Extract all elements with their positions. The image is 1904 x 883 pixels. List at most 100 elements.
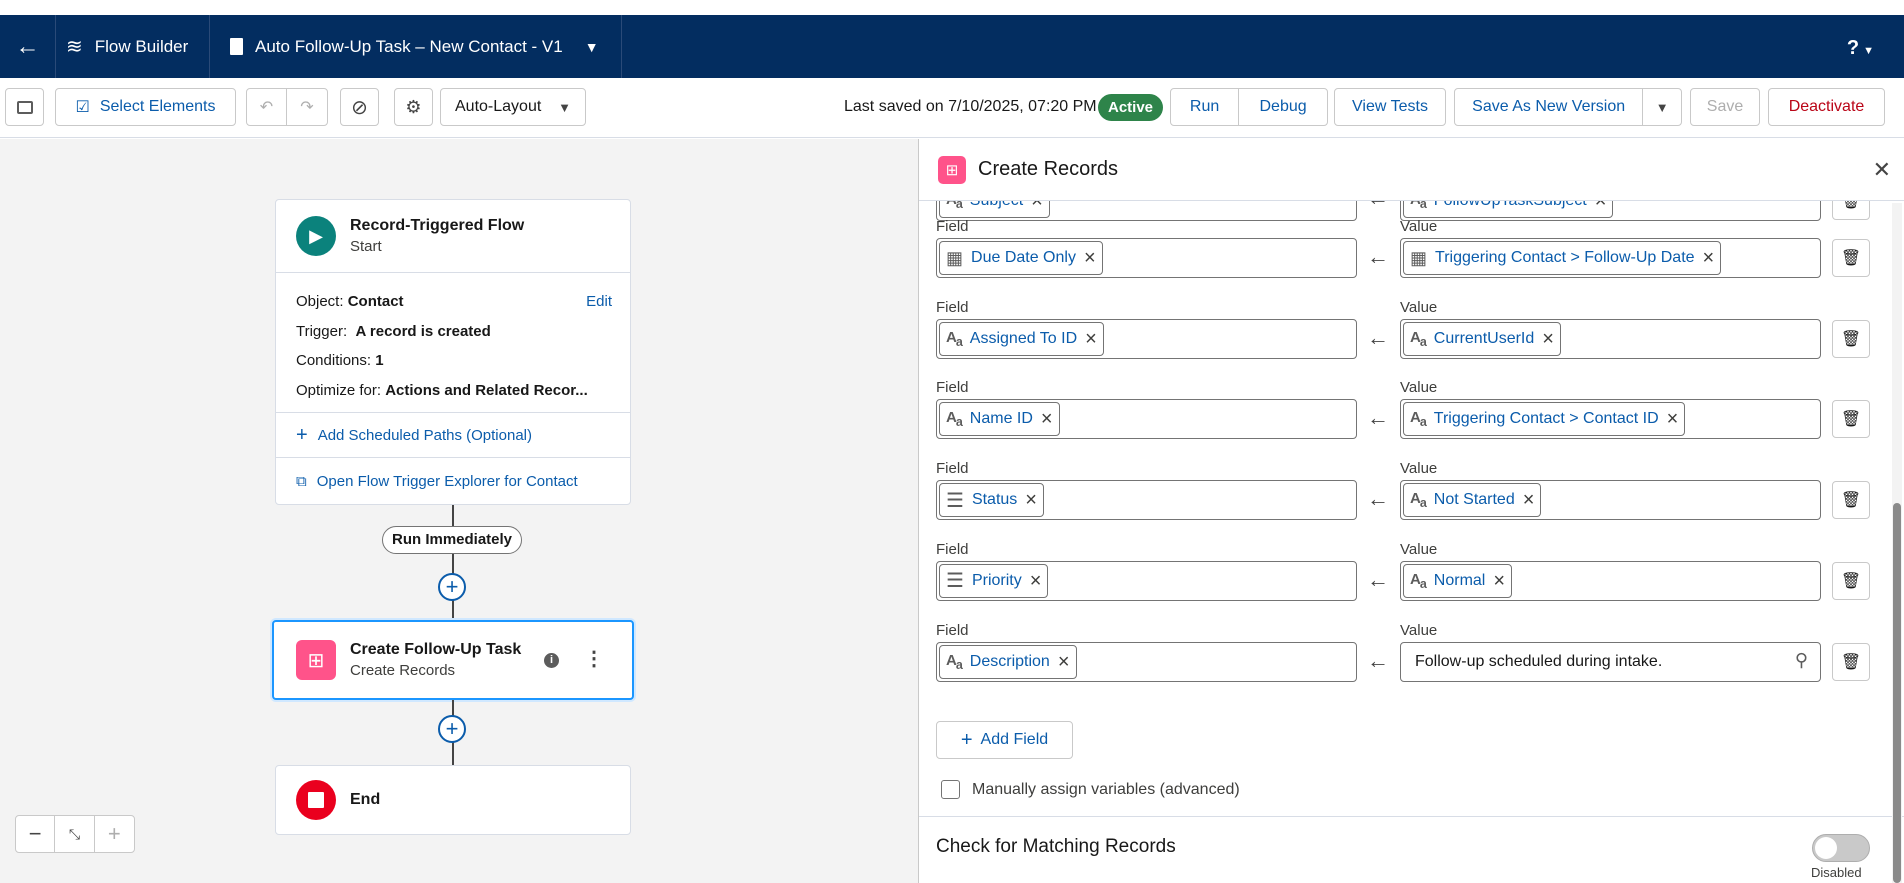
select-elements-button[interactable]: ☑ Select Elements [55,88,236,126]
remove-icon[interactable]: × [1667,409,1679,429]
manual-assign-checkbox[interactable] [941,780,960,799]
value-input[interactable]: ▦ Triggering Contact > Follow-Up Date × [1400,238,1821,278]
remove-icon[interactable]: × [1523,490,1535,510]
zoom-out-icon[interactable]: − [16,816,56,852]
delete-icon[interactable]: 🗑 [1832,561,1870,600]
remove-icon[interactable]: × [1041,409,1053,429]
value-label: Value [1400,460,1438,478]
close-icon[interactable]: ✕ [1873,157,1891,183]
undo-redo-group: ↶ ↷ [246,88,328,126]
matching-toggle[interactable] [1812,834,1870,862]
start-node-subtitle: Start [350,238,382,255]
remove-icon[interactable]: × [1703,248,1715,268]
open-trigger-explorer-link[interactable]: ⧉ Open Flow Trigger Explorer for Contact [276,458,630,504]
run-button[interactable]: Run [1171,89,1240,125]
flow-title-menu[interactable]: Auto Follow-Up Task – New Contact - V1 ▼ [210,15,622,78]
add-element-plus-icon[interactable]: + [438,573,466,601]
deactivate-button[interactable]: Deactivate [1768,88,1885,126]
delete-icon[interactable]: 🗑 [1832,239,1870,277]
delete-icon[interactable]: 🗑 [1832,642,1870,681]
prohibit-icon[interactable]: ⊘ [340,88,379,126]
left-arrow-icon: ← [1367,566,1389,592]
remove-icon[interactable]: × [1084,248,1096,268]
toggle-panel-button[interactable] [5,88,44,126]
delete-icon[interactable]: 🗑 [1832,319,1870,358]
create-task-node[interactable]: ⊞ Create Follow-Up Task Create Records i… [272,620,634,700]
flow-canvas[interactable]: ▶ Record-Triggered Flow Start Object: Co… [0,139,918,883]
delete-icon[interactable]: 🗑 [1832,481,1870,520]
end-node[interactable]: End [275,765,631,835]
remove-icon[interactable]: × [1493,571,1505,591]
zoom-controls: − ⤡ + [15,815,135,853]
add-field-button[interactable]: + Add Field [936,721,1073,759]
end-node-title: End [350,791,381,808]
matching-records-title: Check for Matching Records [936,836,1176,857]
manual-assign-label: Manually assign variables (advanced) [972,781,1240,798]
field-input[interactable]: Aa Assigned To ID × [936,318,1357,359]
picklist-icon: ☰ [946,489,964,512]
value-input[interactable]: Aa Triggering Contact > Contact ID × [1400,399,1821,440]
remove-icon[interactable]: × [1542,329,1554,349]
search-icon[interactable]: ⚲ [1795,650,1808,671]
remove-icon[interactable]: × [1030,571,1042,591]
field-input[interactable]: ☰ Status × [936,480,1357,521]
value-input[interactable]: Aa CurrentUserId × [1400,318,1821,359]
layout-select[interactable]: Auto-Layout ▼ [440,88,586,126]
chevron-down-icon[interactable]: ▼ [1643,89,1681,125]
remove-icon[interactable]: × [1085,329,1097,349]
delete-icon[interactable]: 🗑 [1832,400,1870,439]
flow-icon: ≋ [66,36,83,58]
fit-view-icon[interactable]: ⤡ [55,816,95,852]
value-input[interactable]: Aa Normal × [1400,560,1821,601]
edit-link[interactable]: Edit [586,287,612,317]
save-button[interactable]: Save [1690,88,1760,126]
info-icon[interactable]: i [544,653,559,668]
view-tests-button[interactable]: View Tests [1334,88,1446,126]
value-label: Value [1400,379,1438,397]
value-input[interactable]: Follow-up scheduled during intake. ⚲ [1400,641,1821,682]
zoom-in-icon[interactable]: + [95,816,134,852]
create-records-icon: ⊞ [296,640,336,680]
path-label-badge: Run Immediately [382,526,523,554]
save-as-new-version-button[interactable]: Save As New Version [1455,89,1644,125]
field-input[interactable]: Aa Description × [936,641,1357,682]
undo-icon[interactable]: ↶ [247,89,288,125]
add-scheduled-paths-link[interactable]: + Add Scheduled Paths (Optional) [276,413,630,458]
calendar-icon: ▦ [946,247,964,268]
optimize-row: Optimize for: Actions and Related Recor.… [296,381,588,399]
text-icon: Aa [1410,328,1427,349]
status-badge: Active [1098,94,1164,121]
remove-icon[interactable]: × [1058,652,1070,672]
text-icon: Aa [1410,490,1427,511]
flow-title: Auto Follow-Up Task – New Contact - V1 [255,36,563,56]
external-link-icon: ⧉ [296,472,307,490]
chevron-down-icon[interactable]: ▼ [585,39,599,55]
field-input[interactable]: Aa Name ID × [936,399,1357,440]
gear-icon[interactable]: ⚙ [394,88,433,126]
remove-icon[interactable]: × [1025,490,1037,510]
start-node[interactable]: ▶ Record-Triggered Flow Start Object: Co… [275,199,631,505]
stop-icon [296,780,336,820]
last-saved-text: Last saved on 7/10/2025, 07:20 PM [844,98,1097,115]
help-menu[interactable]: ? ▼ [1847,37,1874,60]
play-icon: ▶ [296,216,336,256]
left-arrow-icon: ← [1367,324,1389,350]
more-actions-icon[interactable]: ⋮ [584,646,604,671]
add-element-plus-icon[interactable]: + [438,715,466,743]
field-input[interactable]: ▦ Due Date Only × [936,238,1357,278]
checkbox-select-icon: ☑ [75,99,90,116]
flow-builder-brand: ≋ Flow Builder [56,15,210,78]
field-label: Field [936,540,969,558]
plus-icon: + [296,423,308,446]
plus-icon: + [960,728,973,751]
debug-button[interactable]: Debug [1239,89,1327,125]
back-arrow-icon[interactable]: ← [0,15,56,78]
value-input[interactable]: Aa Not Started × [1400,480,1821,521]
object-row: Object: Contact [296,293,404,310]
redo-icon[interactable]: ↷ [287,89,327,125]
text-icon: Aa [1410,570,1427,591]
scrollbar[interactable] [1892,203,1902,883]
run-debug-group: Run Debug [1170,88,1328,126]
field-input[interactable]: ☰ Priority × [936,560,1357,601]
text-icon: Aa [946,328,963,349]
